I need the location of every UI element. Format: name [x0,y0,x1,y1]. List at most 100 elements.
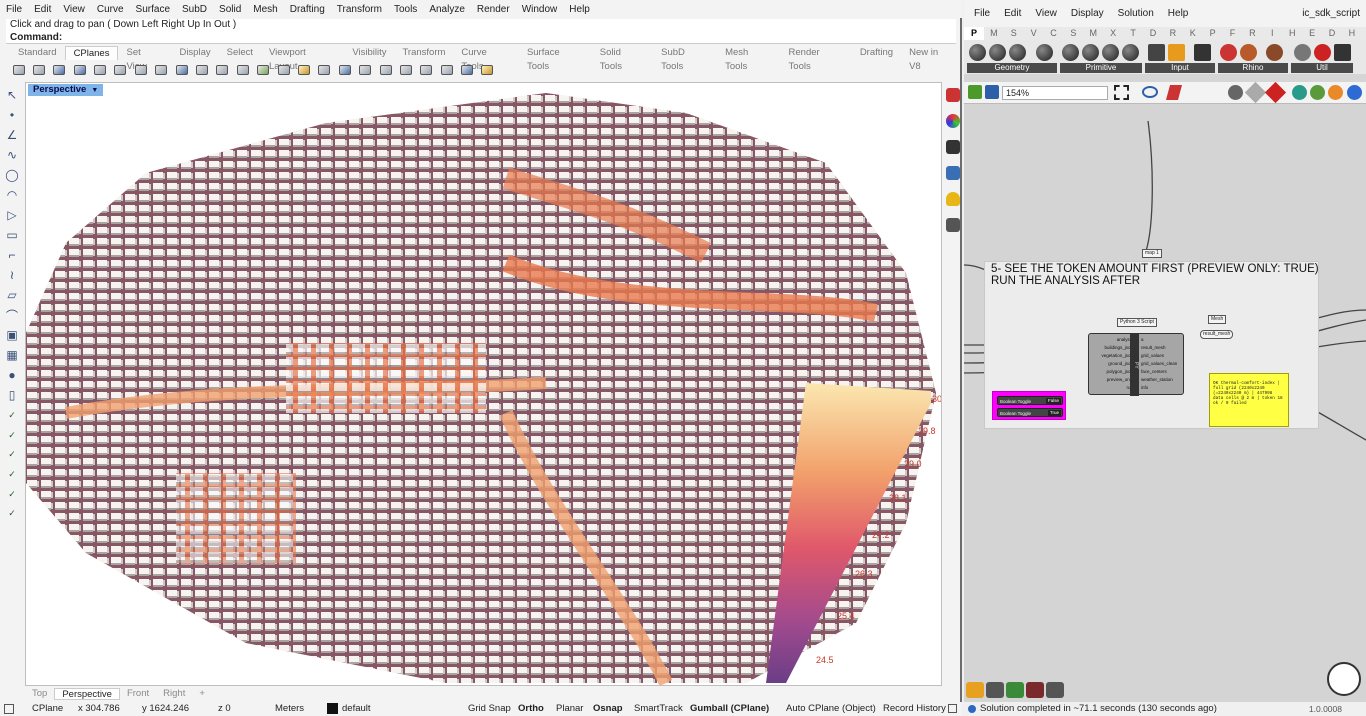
menu-render[interactable]: Render [477,4,510,15]
rhino-param-icon[interactable] [1220,44,1237,61]
sun-icon[interactable] [1328,85,1343,100]
zoom-extents-icon[interactable] [1114,85,1129,100]
layers-icon[interactable] [946,166,960,180]
rhino-param-icon[interactable] [1240,44,1257,61]
input-param-icon[interactable] [1168,44,1185,61]
gh-tab[interactable]: K [1183,27,1203,40]
mesh-icon[interactable]: ▦ [2,346,22,364]
box-icon[interactable]: ▣ [2,326,22,344]
menu-help[interactable]: Help [569,4,590,15]
cplane-tool-button[interactable] [418,62,435,78]
gh-tab[interactable]: X [1103,27,1123,40]
gh-tab[interactable]: P [964,27,984,40]
arc-icon[interactable]: ◠ [2,186,22,204]
globe-icon[interactable] [1347,85,1362,100]
sphere-icon[interactable]: ● [2,366,22,384]
geometry-param-icon[interactable] [1009,44,1026,61]
menu-edit[interactable]: Edit [34,4,51,15]
fillet-icon[interactable]: ⌐ [2,246,22,264]
document-icon[interactable] [1310,85,1325,100]
tab-front[interactable]: Front [120,688,156,700]
materials-icon[interactable] [946,114,960,128]
check-icon[interactable]: ✓ [2,445,22,465]
output-a[interactable]: a [1141,337,1144,342]
primitive-param-icon[interactable] [1102,44,1119,61]
grid-snap-toggle[interactable]: Grid Snap [468,703,511,714]
check-icon[interactable]: ✓ [2,426,22,446]
gh-tab[interactable]: R [1163,27,1183,40]
output-face-centers[interactable]: face_centers [1141,369,1167,374]
viewport-title[interactable]: Perspective ▼ [28,84,104,96]
info-panel[interactable]: OK thermal-comfort-index | full grid (22… [1209,373,1289,427]
gh-tab[interactable]: I [1262,27,1282,40]
output-weather-station[interactable]: weather_station [1141,377,1173,382]
menu-transform[interactable]: Transform [337,4,382,15]
check-icon[interactable]: ✓ [2,406,22,426]
gh-tab[interactable]: S [1063,27,1083,40]
util-param-icon[interactable] [1334,44,1351,61]
output-result-mesh[interactable]: result_mesh [1141,345,1166,350]
cylinder-icon[interactable]: ▯ [2,386,22,404]
gh-menu-solution[interactable]: Solution [1118,8,1154,19]
perspective-viewport[interactable]: Perspective ▼ 30 29.8 29.0 28.1 27.2 26.… [25,82,942,686]
check-icon[interactable]: ✓ [2,484,22,504]
menu-drafting[interactable]: Drafting [290,4,325,15]
output-info[interactable]: info [1141,385,1148,390]
cplane-tool-button[interactable] [10,62,27,78]
curve-icon[interactable]: ∿ [2,146,22,164]
osnap-toggle[interactable]: Osnap [593,703,623,714]
primitive-param-icon[interactable] [1122,44,1139,61]
cplane-tool-button[interactable] [275,62,292,78]
map-label[interactable]: map 1 [1142,249,1162,258]
preview-mode-icon[interactable] [1228,85,1243,100]
group-geometry[interactable]: Geometry [967,63,1057,73]
gh-tab[interactable]: M [984,27,1004,40]
gumball-toggle[interactable]: Gumball (CPlane) [690,703,769,714]
wire-preview-icon[interactable] [1244,81,1267,104]
cplane-tool-button[interactable] [71,62,88,78]
group-primitive[interactable]: Primitive [1060,63,1142,73]
tab-mesh-tools[interactable]: Mesh Tools [717,46,780,72]
shaded-preview-icon[interactable] [1264,81,1287,104]
gh-tab[interactable]: E [1302,27,1322,40]
polygon-icon[interactable]: ▷ [2,206,22,224]
open-file-icon[interactable] [968,85,982,99]
cplane-tool-button[interactable] [377,62,394,78]
menu-surface[interactable]: Surface [136,4,170,15]
gh-tab[interactable]: H [1282,27,1302,40]
menu-file[interactable]: File [6,4,22,15]
add-view-tab[interactable]: + [192,688,212,700]
gh-tab[interactable]: T [1123,27,1143,40]
output-grid-values-clean[interactable]: grid_values_clean [1141,361,1177,366]
util-param-icon[interactable] [1314,44,1331,61]
result-mesh-param[interactable]: result_mesh [1200,330,1234,339]
input-vegetation[interactable]: vegetation_json [1101,353,1133,358]
ortho-toggle[interactable]: Ortho [518,703,544,714]
display-icon[interactable] [946,140,960,154]
auto-cplane-toggle[interactable]: Auto CPlane (Object) [786,703,876,714]
cplane-tool-button[interactable] [438,62,455,78]
surface-icon[interactable]: ▱ [2,286,22,304]
menu-tools[interactable]: Tools [394,4,417,15]
tab-new-in-v8[interactable]: New in V8 [901,46,960,72]
gh-tab[interactable]: R [1242,27,1262,40]
camera-icon[interactable] [946,218,960,232]
cplane-tool-button[interactable] [132,62,149,78]
gh-menu-view[interactable]: View [1035,8,1057,19]
rhino-param-icon[interactable] [1194,44,1211,61]
paint-icon[interactable] [1165,85,1183,100]
cplane-tool-button[interactable] [92,62,109,78]
cplane-tool-button[interactable] [51,62,68,78]
filter-icon[interactable] [948,704,957,713]
gh-tab[interactable]: S [1004,27,1024,40]
input-buildings[interactable]: buildings_json [1104,345,1133,350]
polyline-icon[interactable]: ∠ [2,126,22,144]
select-arrow-icon[interactable]: ↖ [2,86,22,104]
gh-menu-file[interactable]: File [974,8,990,19]
rhino-param-icon[interactable] [1266,44,1283,61]
toggle-value[interactable]: False [1045,398,1061,404]
cplane-tool-button[interactable] [479,62,496,78]
save-file-icon[interactable] [985,85,999,99]
boolean-toggle-preview[interactable]: Boolean Toggle False [997,396,1063,405]
menu-view[interactable]: View [63,4,85,15]
